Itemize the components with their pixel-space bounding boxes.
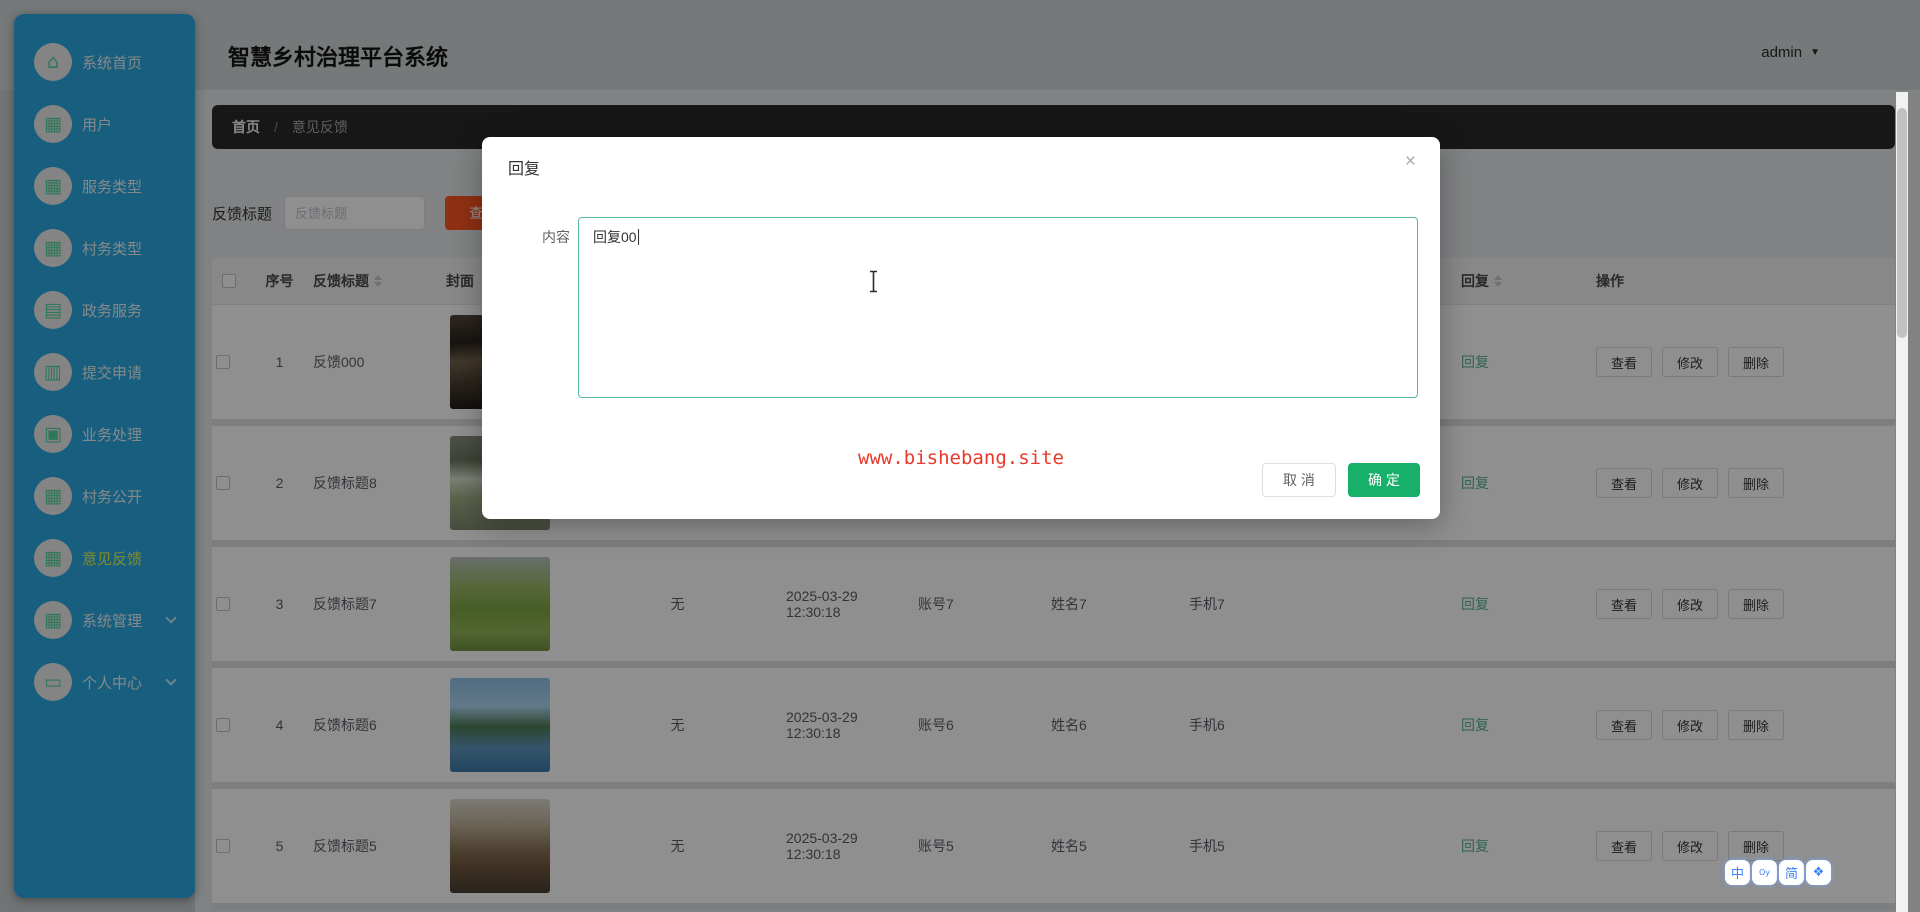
extension-logo-icon[interactable]: ❖	[1806, 860, 1831, 885]
page: 智慧乡村治理平台系统 admin ▼ ⌂系统首页▦用户▦服务类型▦村务类型▤政务…	[0, 0, 1920, 912]
scrollbar-track[interactable]	[1896, 92, 1908, 912]
text-cursor-icon	[867, 270, 880, 293]
textarea-value: 回复00	[593, 229, 637, 245]
translate-widget: 中Oy简❖	[1725, 860, 1831, 885]
scrollbar-thumb[interactable]	[1897, 108, 1907, 338]
content-field-label: 内容	[482, 227, 570, 247]
close-icon[interactable]: ×	[1405, 151, 1416, 173]
reply-content-textarea[interactable]: 回复00	[578, 217, 1418, 398]
translate-icon[interactable]: Oy	[1752, 860, 1777, 885]
simplified-char-icon[interactable]: 简	[1779, 860, 1804, 885]
dialog-footer: 取 消 确 定	[1262, 463, 1420, 497]
text-caret	[638, 229, 639, 245]
reply-dialog: 回复 × 内容 回复00 www.bishebang.site 取 消 确 定	[482, 137, 1440, 519]
cancel-button[interactable]: 取 消	[1262, 463, 1336, 497]
confirm-button[interactable]: 确 定	[1348, 463, 1420, 497]
chinese-lang-icon[interactable]: 中	[1725, 860, 1750, 885]
dialog-title: 回复	[508, 155, 540, 179]
